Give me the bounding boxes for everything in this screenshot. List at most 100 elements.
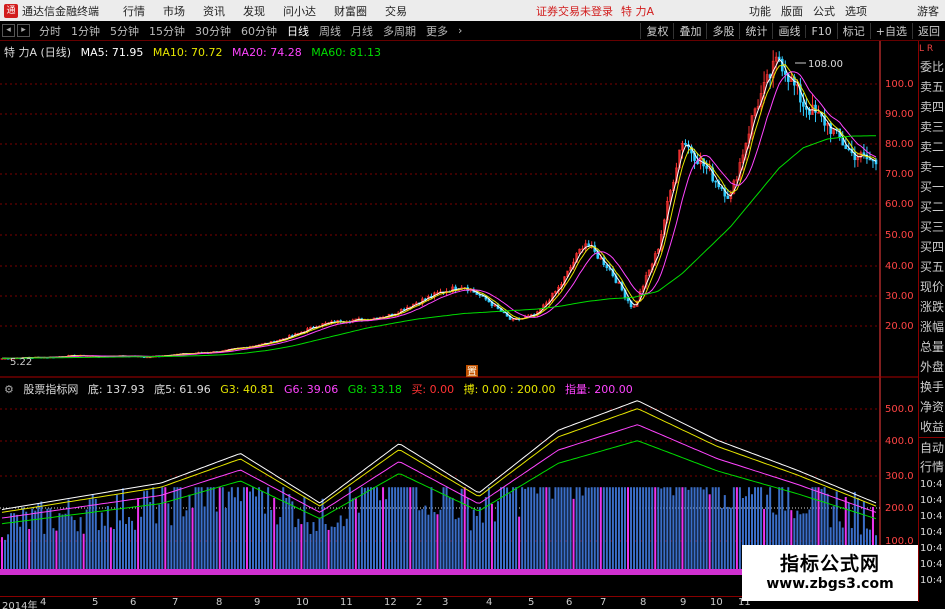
- indicator-bar: [82, 533, 85, 569]
- indicator-bar: [617, 487, 620, 569]
- indicator-bar: [433, 512, 436, 569]
- indicator-bar: [155, 523, 158, 569]
- indicator-bar: [294, 527, 297, 569]
- indicator-name[interactable]: 股票指标网: [23, 383, 78, 396]
- indicator-bar: [403, 487, 406, 569]
- indicator-bar: [696, 487, 699, 569]
- indicator-bar: [512, 487, 515, 569]
- period-5min[interactable]: 5分钟: [105, 23, 144, 39]
- indicator-bar: [10, 513, 13, 569]
- indicator-bar: [481, 522, 484, 569]
- side-quote[interactable]: 行情: [919, 457, 945, 477]
- btn-duogu[interactable]: 多股: [706, 23, 739, 39]
- indicator-bar: [424, 505, 427, 569]
- indicator-bar: [487, 487, 490, 569]
- menu-jiaoyi[interactable]: 交易: [376, 3, 416, 19]
- side-sell4: 卖四: [920, 100, 945, 114]
- btn-f10[interactable]: F10: [805, 24, 836, 38]
- indicator-bar: [572, 498, 575, 569]
- indicator-bar: [351, 498, 354, 569]
- indicator-bar: [533, 487, 536, 569]
- trade-login-alert[interactable]: 证券交易未登录: [536, 3, 613, 19]
- side-buy1: 买一: [920, 180, 945, 194]
- btn-tongji[interactable]: 统计: [739, 23, 772, 39]
- period-daily[interactable]: 日线: [282, 23, 314, 39]
- ind-label-200: 200.0: [885, 503, 914, 514]
- indicator-bar: [738, 487, 741, 569]
- period-30min[interactable]: 30分钟: [190, 23, 236, 39]
- indicator-bar: [152, 487, 155, 569]
- indicator-bar: [276, 524, 279, 569]
- indicator-bar: [478, 507, 481, 569]
- indicator-bar: [436, 514, 439, 569]
- side-time-7: 10:4: [920, 575, 943, 586]
- period-multi[interactable]: 多周期: [378, 23, 421, 39]
- indicator-bar: [602, 487, 605, 569]
- btn-zixuan[interactable]: +自选: [869, 23, 912, 39]
- period-15min[interactable]: 15分钟: [144, 23, 190, 39]
- menu-banmian[interactable]: 版面: [776, 3, 808, 19]
- menu-shichang[interactable]: 市场: [154, 3, 194, 19]
- indicator-bar: [657, 487, 660, 569]
- period-1min[interactable]: 1分钟: [66, 23, 105, 39]
- indicator-bar: [569, 487, 572, 569]
- menu-xuanxiang[interactable]: 选项: [840, 3, 872, 19]
- indicator-bar: [227, 491, 230, 569]
- period-monthly[interactable]: 月线: [346, 23, 378, 39]
- ind-g3-line: [1, 408, 877, 513]
- menu-gongneng[interactable]: 功能: [744, 3, 776, 19]
- period-weekly[interactable]: 周线: [314, 23, 346, 39]
- price-label-100: 100.0: [885, 79, 914, 90]
- indicator-bar: [149, 502, 152, 569]
- indicator-bar: [158, 504, 161, 569]
- menu-hangqing[interactable]: 行情: [114, 3, 154, 19]
- chart-canvas[interactable]: 100.0 90.00 80.00 70.00 60.00 50.00 40.0…: [0, 41, 918, 596]
- prev-arrow-icon[interactable]: ◂: [2, 24, 15, 37]
- event-marker[interactable]: 置: [467, 366, 477, 378]
- guest-label[interactable]: 游客: [912, 3, 945, 19]
- btn-diejia[interactable]: 叠加: [673, 23, 706, 39]
- indicator-bar: [279, 517, 282, 569]
- candle-body: [829, 122, 832, 134]
- indicator-bar: [194, 487, 197, 569]
- period-more[interactable]: 更多: [421, 23, 453, 39]
- btn-fuquan[interactable]: 复权: [640, 23, 673, 39]
- indicator-bar: [599, 487, 602, 569]
- more-chevron-icon[interactable]: ›: [453, 24, 467, 37]
- btn-biaoji[interactable]: 标记: [836, 23, 870, 39]
- indicator-bar: [581, 495, 584, 569]
- side-auto[interactable]: 自动: [919, 437, 945, 457]
- period-fenshi[interactable]: 分时: [34, 23, 66, 39]
- menu-caifuquan[interactable]: 财富圈: [325, 3, 376, 19]
- main-legend: 特 力A (日线) MA5: 71.95 MA10: 70.72 MA20: 7…: [4, 44, 387, 60]
- menu-zixun[interactable]: 资讯: [194, 3, 234, 19]
- indicator-bar: [170, 525, 173, 569]
- menu-faxian[interactable]: 发现: [234, 3, 274, 19]
- indicator-bar: [551, 498, 554, 569]
- side-panel-head[interactable]: L R: [919, 41, 945, 57]
- side-sell3: 卖三: [920, 120, 945, 134]
- side-change: 涨跌: [920, 300, 945, 314]
- legend-ma20: MA20: 74.28: [232, 46, 302, 59]
- indicator-bar: [645, 487, 648, 569]
- indicator-bar: [666, 487, 669, 569]
- date-label-3: 6: [130, 597, 137, 608]
- indicator-bar: [503, 487, 506, 569]
- indicator-bar: [539, 487, 542, 569]
- btn-huaxian[interactable]: 画线: [772, 23, 805, 39]
- next-arrow-icon[interactable]: ▸: [17, 24, 30, 37]
- indicator-bar: [496, 501, 499, 569]
- indicator-bar: [633, 487, 636, 569]
- btn-fanhui[interactable]: 返回: [912, 23, 945, 39]
- indicator-settings-icon[interactable]: ⚙: [4, 383, 14, 396]
- indicator-bar: [345, 518, 348, 569]
- menu-gongshi[interactable]: 公式: [808, 3, 840, 19]
- indicator-bar: [146, 490, 149, 569]
- indicator-bar: [242, 487, 245, 569]
- period-60min[interactable]: 60分钟: [236, 23, 282, 39]
- menu-wenxiaoda[interactable]: 问小达: [274, 3, 325, 19]
- legend-ma5: MA5: 71.95: [80, 46, 144, 59]
- price-axis: 100.0 90.00 80.00 70.00 60.00 50.00 40.0…: [885, 79, 914, 332]
- ind-label-300: 300.0: [885, 471, 914, 482]
- indicator-bar: [140, 516, 143, 569]
